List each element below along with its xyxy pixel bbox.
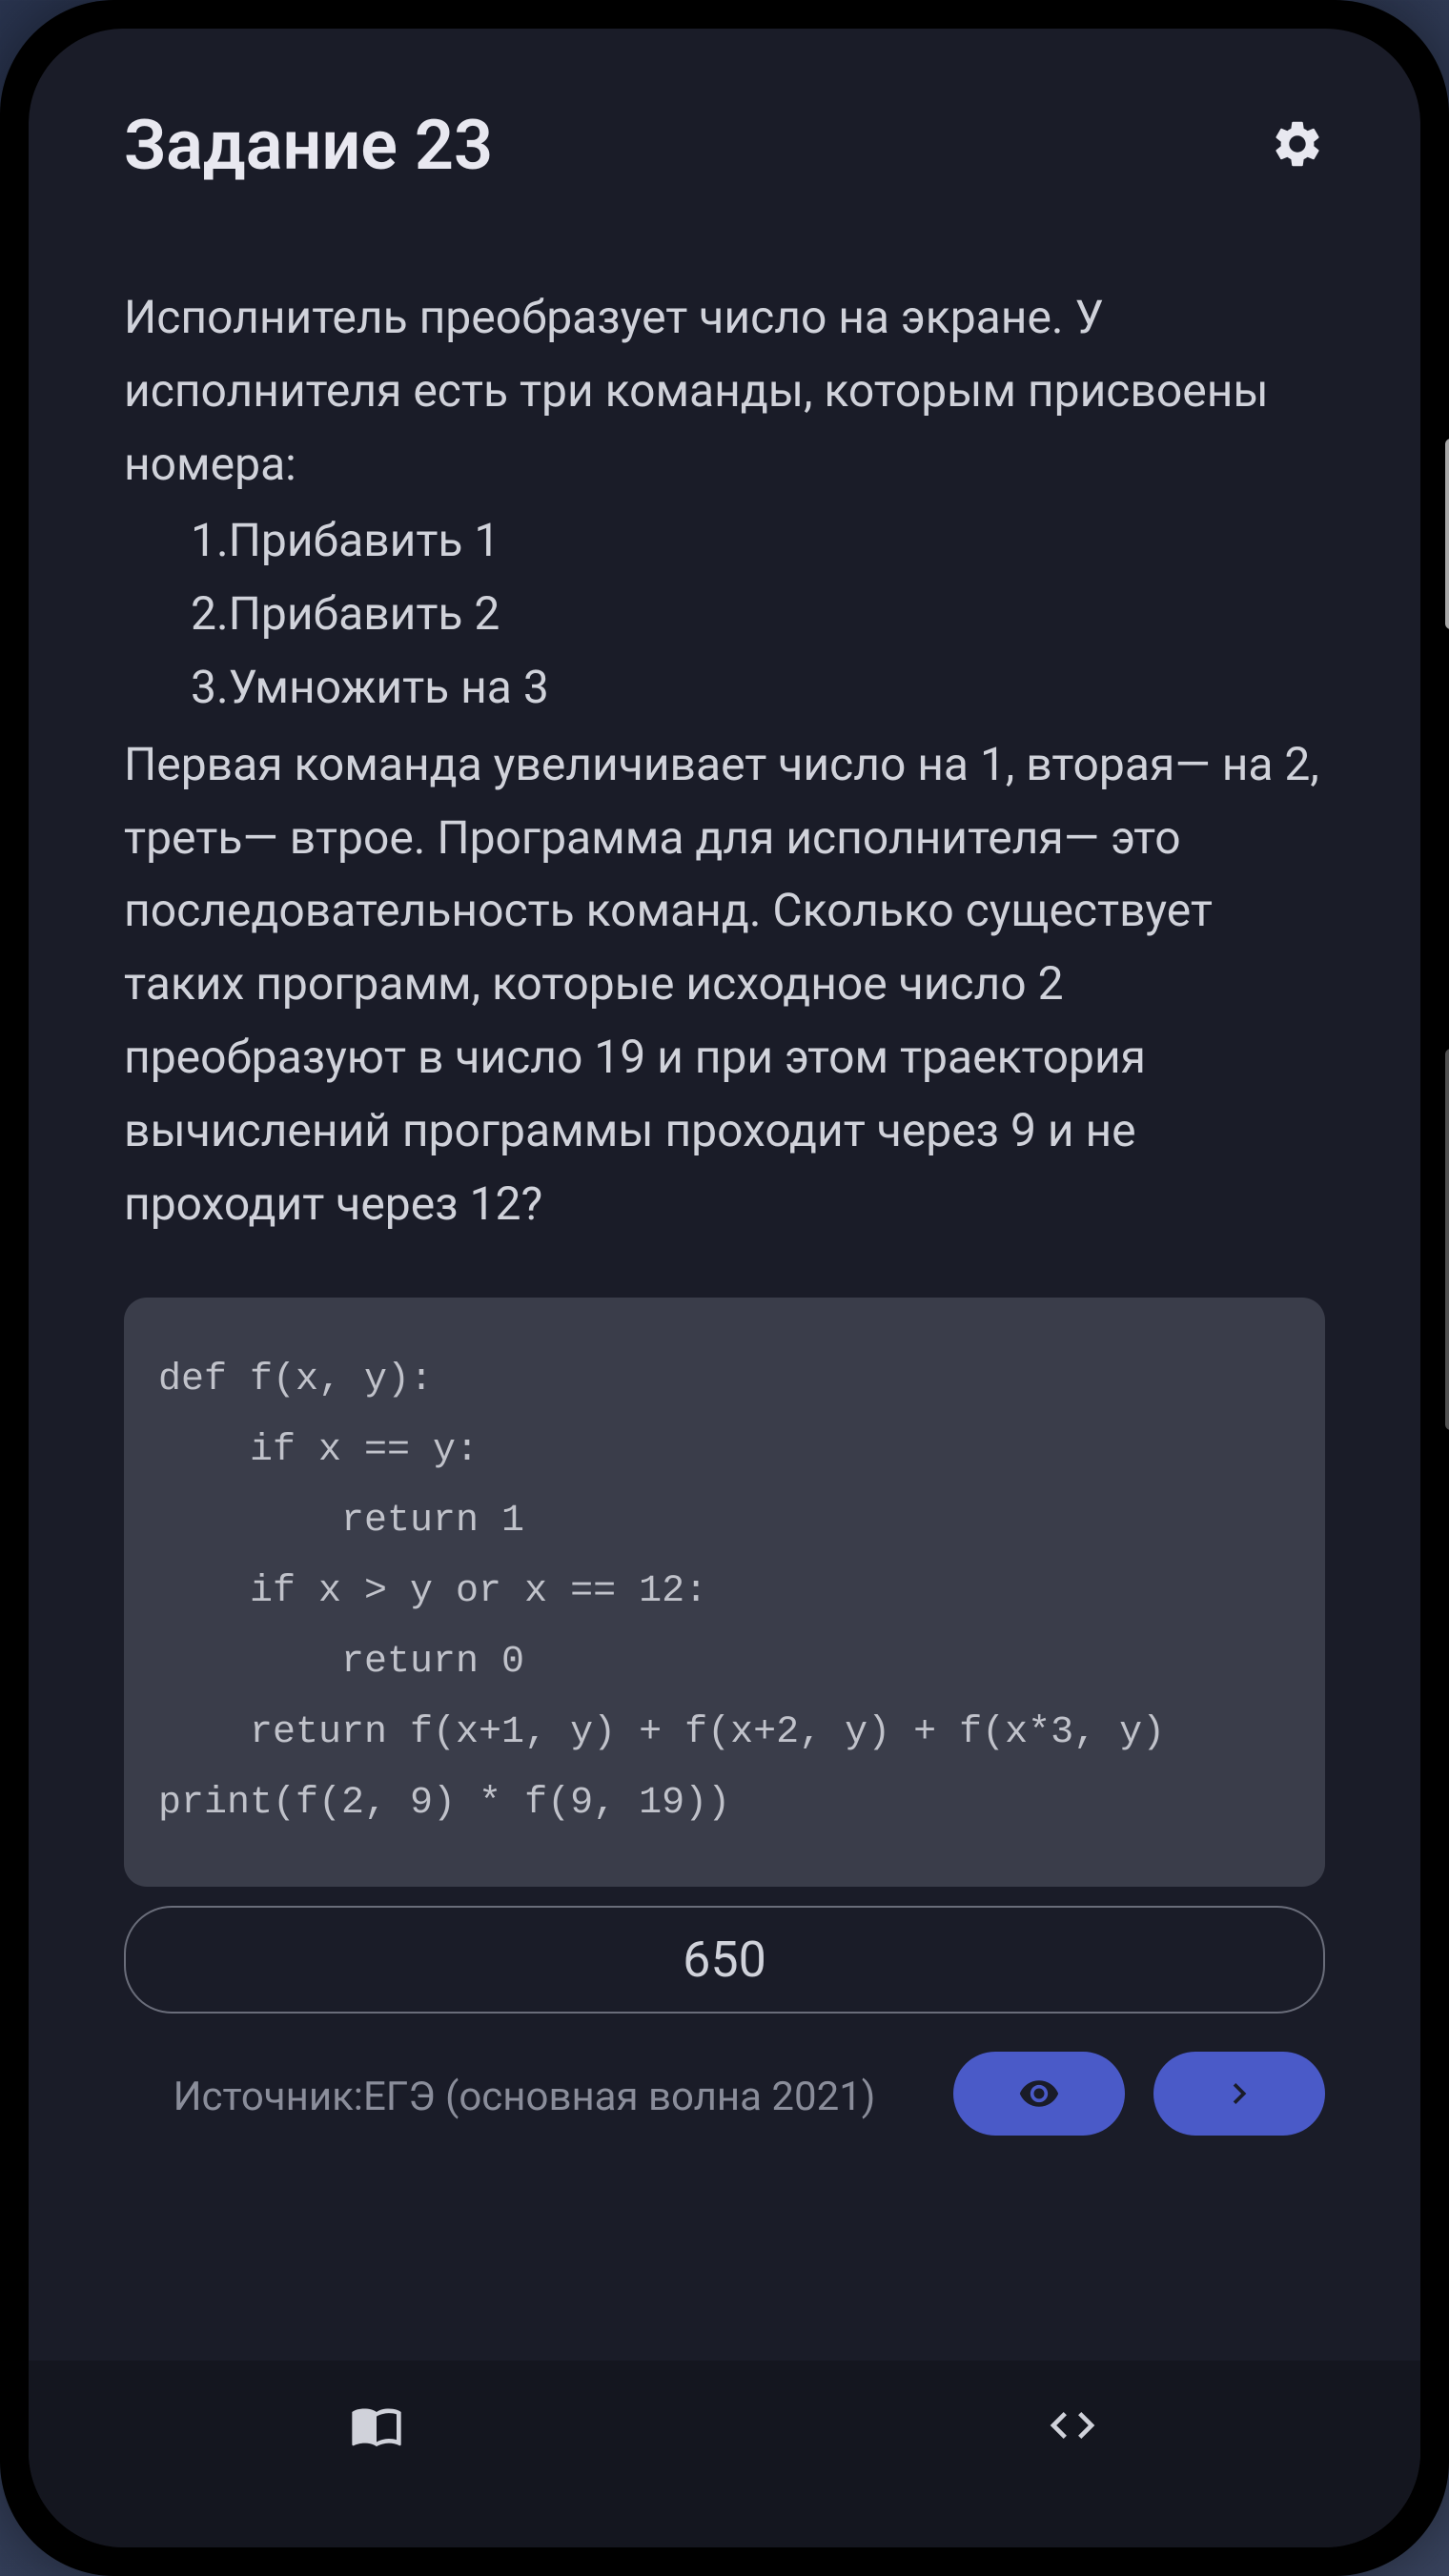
problem-body: Первая команда увеличивает число на 1, в…	[124, 728, 1325, 1241]
chevron-right-icon	[1218, 2073, 1260, 2115]
eye-icon	[1018, 2073, 1060, 2115]
phone-frame: Задание 23 Исполнитель преобразует число…	[0, 0, 1449, 2576]
command-item: 2.Прибавить 2	[191, 578, 1325, 651]
command-item: 3.Умножить на 3	[191, 651, 1325, 725]
header: Задание 23	[29, 29, 1420, 224]
commands-list: 1.Прибавить 1 2.Прибавить 2 3.Умножить н…	[124, 504, 1325, 724]
problem-text: Исполнитель преобразует число на экране.…	[124, 281, 1325, 1240]
phone-side-button	[1445, 439, 1449, 629]
bottom-nav	[29, 2361, 1420, 2547]
phone-screen: Задание 23 Исполнитель преобразует число…	[29, 29, 1420, 2547]
phone-side-button	[1445, 1049, 1449, 1430]
code-icon	[1046, 2399, 1099, 2452]
book-icon	[350, 2399, 403, 2452]
code-block: def f(x, y): if x == y: return 1 if x > …	[124, 1298, 1325, 1887]
next-button[interactable]	[1153, 2052, 1325, 2136]
view-button[interactable]	[953, 2052, 1125, 2136]
source-value: ЕГЭ (основная волна 2021)	[363, 2074, 875, 2120]
source-text: Источник:ЕГЭ (основная волна 2021)	[124, 2052, 925, 2134]
source-label: Источник:	[173, 2074, 363, 2120]
nav-book[interactable]	[29, 2399, 724, 2452]
command-item: 1.Прибавить 1	[191, 504, 1325, 578]
content-area: Исполнитель преобразует число на экране.…	[29, 224, 1420, 2361]
action-buttons	[953, 2052, 1325, 2136]
settings-button[interactable]	[1270, 116, 1325, 175]
nav-code[interactable]	[724, 2399, 1420, 2452]
answer-input[interactable]	[124, 1906, 1325, 2014]
gear-icon	[1270, 116, 1325, 172]
page-title: Задание 23	[124, 105, 493, 186]
problem-intro: Исполнитель преобразует число на экране.…	[124, 281, 1325, 501]
footer-row: Источник:ЕГЭ (основная волна 2021)	[124, 2052, 1325, 2136]
